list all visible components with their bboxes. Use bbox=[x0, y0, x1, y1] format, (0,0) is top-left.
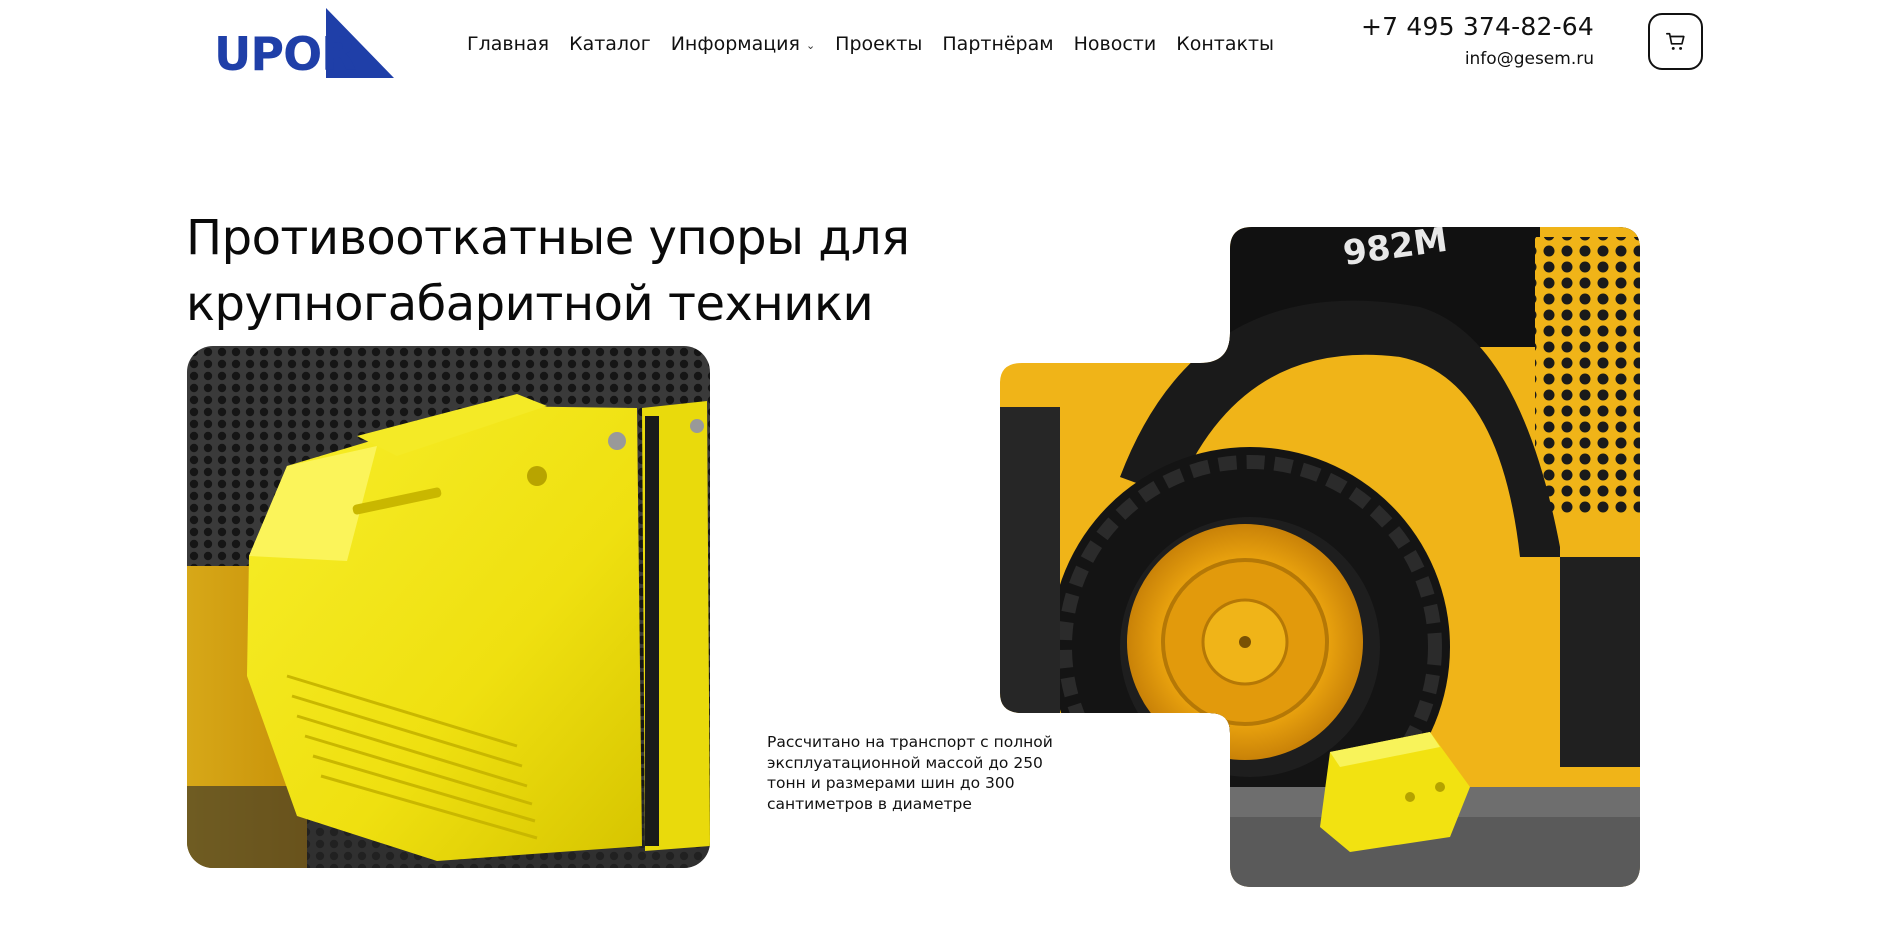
nav-item-news[interactable]: Новости bbox=[1074, 33, 1157, 55]
nav-item-info[interactable]: Информация ⌄ bbox=[671, 33, 815, 55]
upor-logo[interactable]: UPOR bbox=[214, 6, 394, 82]
phone-link[interactable]: +7 495 374-82-64 bbox=[1361, 12, 1594, 41]
page: UPOR Главная Каталог Информация ⌄ Проекты… bbox=[0, 0, 1900, 935]
nav-item-catalog[interactable]: Каталог bbox=[569, 33, 651, 55]
nav-item-partners[interactable]: Партнёрам bbox=[942, 33, 1053, 55]
email-link[interactable]: info@gesem.ru bbox=[1361, 49, 1594, 69]
cart-button[interactable] bbox=[1648, 13, 1703, 70]
header-contacts: +7 495 374-82-64 info@gesem.ru bbox=[1361, 12, 1594, 69]
hero-caption: Рассчитано на транспорт с полной эксплуа… bbox=[767, 733, 1053, 813]
nav-item-contacts[interactable]: Контакты bbox=[1176, 33, 1274, 55]
main-nav: Главная Каталог Информация ⌄ Проекты Парт… bbox=[467, 33, 1294, 55]
hero-image-loader: 982M bbox=[1000, 227, 1640, 887]
cart-icon bbox=[1665, 32, 1685, 50]
nav-item-label: Контакты bbox=[1176, 33, 1275, 55]
nav-item-label: Новости bbox=[1073, 33, 1157, 55]
nav-item-projects[interactable]: Проекты bbox=[835, 33, 922, 55]
hero-image-chock bbox=[187, 346, 710, 868]
hero-title-line: крупногабаритной техники bbox=[186, 276, 874, 332]
hero-title-line: Противооткатные упоры для bbox=[186, 210, 910, 266]
logo-text: UPOR bbox=[214, 27, 356, 81]
chevron-down-icon: ⌄ bbox=[805, 39, 816, 52]
nav-item-label: Проекты bbox=[835, 33, 923, 55]
nav-item-label: Каталог bbox=[569, 33, 651, 55]
nav-item-label: Информация bbox=[670, 33, 800, 55]
nav-item-label: Партнёрам bbox=[942, 33, 1054, 55]
nav-item-label: Главная bbox=[467, 33, 550, 55]
nav-item-home[interactable]: Главная bbox=[467, 33, 549, 55]
hero-title: Противооткатные упоры для крупногабаритн… bbox=[186, 205, 910, 337]
